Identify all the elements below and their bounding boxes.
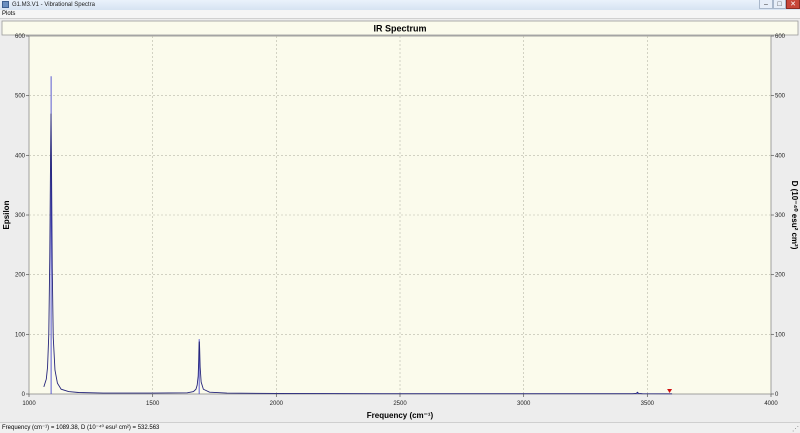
maximize-button[interactable]: □: [773, 0, 786, 9]
x-tick-label: 3500: [641, 401, 655, 407]
y-tick-label-left: 200: [15, 273, 26, 279]
y-tick-label-left: 500: [15, 94, 26, 100]
close-button[interactable]: ✕: [786, 0, 800, 9]
y-tick-label-right: 300: [775, 213, 786, 219]
status-readout: Frequency (cm⁻¹) = 1089.38, D (10⁻⁴⁰ esu…: [2, 425, 160, 431]
y-tick-label-right: 500: [775, 94, 786, 100]
menu-plots[interactable]: Plots: [2, 10, 15, 18]
y-tick-label-right: 400: [775, 153, 786, 159]
y-tick-label-left: 300: [15, 213, 26, 219]
y-tick-label-right: 100: [775, 332, 786, 338]
y-tick-label-right: 0: [775, 392, 779, 398]
status-bar: Frequency (cm⁻¹) = 1089.38, D (10⁻⁴⁰ esu…: [0, 422, 800, 433]
x-tick-label: 1500: [146, 401, 160, 407]
window-title: G1.M3.V1 - Vibrational Spectra: [12, 2, 95, 8]
x-axis-label: Frequency (cm⁻¹): [367, 411, 434, 420]
y-tick-label-right: 600: [775, 34, 786, 40]
x-tick-label: 2000: [270, 401, 284, 407]
y-tick-label-left: 600: [15, 34, 26, 40]
chart-title: IR Spectrum: [373, 24, 426, 34]
ir-spectrum-chart[interactable]: IR Spectrum 1000 1500 2000 2500 3000 3500 4000…: [0, 19, 800, 423]
x-tick-label: 4000: [764, 401, 778, 407]
y-tick-label-right: 200: [775, 273, 786, 279]
y-axis-label-left: Epsilon: [2, 200, 11, 229]
x-tick-label: 3000: [517, 401, 531, 407]
app-icon: [2, 1, 9, 8]
y-tick-label-left: 100: [15, 332, 26, 338]
menu-bar: Plots: [0, 10, 800, 18]
y-tick-label-left: 0: [22, 392, 26, 398]
y-tick-label-left: 400: [15, 153, 26, 159]
y-axis-label-right: D (10⁻⁴⁰ esu² cm²): [790, 181, 799, 250]
x-tick-label: 2500: [393, 401, 407, 407]
minimize-button[interactable]: –: [759, 0, 773, 9]
x-tick-label: 1000: [22, 401, 36, 407]
plot-panel[interactable]: IR Spectrum 1000 1500 2000 2500 3000 3500 4000…: [0, 18, 800, 423]
